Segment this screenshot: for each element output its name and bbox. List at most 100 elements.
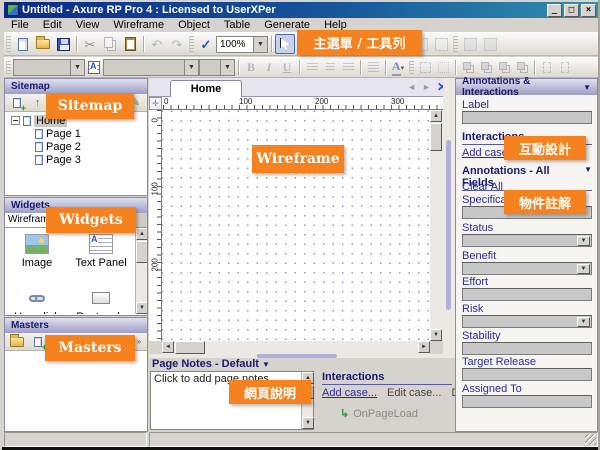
- open-button[interactable]: [33, 34, 53, 54]
- tab-home[interactable]: Home: [170, 80, 242, 97]
- style-editor-button[interactable]: [85, 59, 103, 76]
- benefit-select[interactable]: ▼: [462, 262, 592, 275]
- vertical-splitter[interactable]: [443, 78, 455, 354]
- risk-select[interactable]: ▼: [462, 315, 592, 328]
- add-master-icon[interactable]: [30, 334, 45, 349]
- page-notes-header[interactable]: Page Notes - Default ▼: [152, 358, 270, 370]
- distribute-h-button[interactable]: [460, 34, 480, 54]
- resize-grip[interactable]: [585, 434, 596, 445]
- toolbar-grip[interactable]: [189, 36, 194, 51]
- canvas-vertical-scrollbar[interactable]: ▲ ▼: [430, 110, 443, 341]
- scroll-down-icon[interactable]: ▼: [136, 302, 147, 314]
- bring-forward-button[interactable]: [495, 59, 513, 76]
- align-left-button[interactable]: [303, 59, 321, 76]
- maximize-button[interactable]: □: [564, 4, 579, 17]
- menu-file[interactable]: File: [4, 18, 36, 32]
- underline-button[interactable]: U: [278, 59, 296, 76]
- minimize-button[interactable]: _: [547, 4, 562, 17]
- widget-hyperlink[interactable]: Hyperlink: [9, 288, 65, 314]
- collapse-icon[interactable]: [11, 116, 20, 125]
- rotate-left-button[interactable]: [538, 59, 556, 76]
- pointer-tool-button[interactable]: [275, 34, 295, 54]
- annotations-panel-header[interactable]: Annotations & Interactions▼: [456, 79, 597, 95]
- toolbar-grip[interactable]: [453, 36, 458, 51]
- scroll-down-icon[interactable]: ▼: [302, 417, 314, 429]
- widgets-scrollbar[interactable]: ▲ ▼: [135, 228, 147, 314]
- undo-button[interactable]: ↶: [147, 34, 167, 54]
- move-up-icon[interactable]: ↑: [30, 95, 45, 110]
- paste-button[interactable]: [120, 34, 140, 54]
- line-spacing-button[interactable]: [364, 59, 382, 76]
- save-button[interactable]: [53, 34, 73, 54]
- widget-text-panel[interactable]: Text Panel: [73, 234, 129, 269]
- label-input[interactable]: [462, 111, 592, 124]
- masters-list[interactable]: [5, 351, 147, 430]
- chevron-down-icon[interactable]: ▼: [577, 264, 590, 274]
- clear-all-link[interactable]: Clear All: [462, 181, 503, 193]
- scroll-right-icon[interactable]: ►: [418, 341, 430, 353]
- spellcheck-button[interactable]: ✓: [196, 34, 216, 54]
- scroll-up-icon[interactable]: ▲: [136, 228, 147, 240]
- chevron-down-icon[interactable]: ▼: [583, 83, 591, 92]
- chevron-down-icon[interactable]: ▼: [262, 360, 270, 369]
- widget-rectangle[interactable]: Rectangle: [73, 288, 129, 314]
- menu-wireframe[interactable]: Wireframe: [106, 18, 171, 32]
- align-bottom-button[interactable]: [431, 34, 451, 54]
- italic-button[interactable]: I: [260, 59, 278, 76]
- cut-button[interactable]: ✂: [80, 34, 100, 54]
- scroll-down-icon[interactable]: ▼: [430, 329, 442, 341]
- redo-button[interactable]: ↷: [167, 34, 187, 54]
- title-bar[interactable]: Untitled - Axure RP Pro 4 : Licensed to …: [4, 2, 598, 18]
- onpageload-event[interactable]: ↳ OnPageLoad: [340, 407, 455, 420]
- close-button[interactable]: ×: [581, 4, 596, 17]
- tree-node-page3[interactable]: Page 3: [35, 153, 147, 166]
- font-color-button[interactable]: A▾: [389, 59, 407, 76]
- send-backward-button[interactable]: [513, 59, 531, 76]
- add-case-link[interactable]: Add case...: [322, 387, 377, 399]
- menu-edit[interactable]: Edit: [36, 18, 69, 32]
- effort-input[interactable]: [462, 288, 592, 301]
- menu-view[interactable]: View: [69, 18, 107, 32]
- zoom-combobox[interactable]: 100% ▼: [216, 36, 268, 53]
- bold-button[interactable]: B: [242, 59, 260, 76]
- status-select[interactable]: ▼: [462, 234, 592, 247]
- scrollbar-thumb[interactable]: [175, 341, 205, 354]
- menu-table[interactable]: Table: [217, 18, 257, 32]
- style-combobox[interactable]: ▼: [13, 59, 85, 76]
- distribute-v-button[interactable]: [480, 34, 500, 54]
- font-combobox[interactable]: ▼: [103, 59, 199, 76]
- edit-case-link[interactable]: Edit case...: [387, 387, 441, 399]
- group-button[interactable]: [416, 59, 434, 76]
- scroll-up-icon[interactable]: ▲: [430, 110, 442, 122]
- font-size-combobox[interactable]: ▼: [199, 59, 235, 76]
- zoom-dropdown-arrow[interactable]: ▼: [253, 37, 267, 52]
- align-center-button[interactable]: [321, 59, 339, 76]
- stability-input[interactable]: [462, 342, 592, 355]
- open-master-icon[interactable]: [9, 334, 24, 349]
- tab-next-icon[interactable]: ►: [422, 82, 431, 92]
- tree-node-page2[interactable]: Page 2: [35, 140, 147, 153]
- scrollbar-thumb[interactable]: [430, 123, 442, 151]
- toolbar-grip[interactable]: [6, 36, 11, 51]
- tab-prev-icon[interactable]: ◄: [407, 82, 416, 92]
- ungroup-button[interactable]: [434, 59, 452, 76]
- rotate-right-button[interactable]: [556, 59, 574, 76]
- bring-front-button[interactable]: [459, 59, 477, 76]
- canvas-horizontal-scrollbar[interactable]: ◄ ►: [162, 341, 430, 354]
- new-button[interactable]: [13, 34, 33, 54]
- toolbar-overflow-icon[interactable]: »: [135, 334, 143, 349]
- chevron-down-icon[interactable]: ▼: [577, 317, 590, 327]
- target-release-input[interactable]: [462, 368, 592, 381]
- assigned-to-input[interactable]: [462, 395, 592, 408]
- widget-image[interactable]: Image: [9, 234, 65, 269]
- send-back-button[interactable]: [477, 59, 495, 76]
- chevron-down-icon[interactable]: ▼: [584, 165, 592, 189]
- chevron-down-icon[interactable]: ▼: [577, 236, 590, 246]
- copy-button[interactable]: [100, 34, 120, 54]
- tree-node-page1[interactable]: Page 1: [35, 127, 147, 140]
- scrollbar-thumb[interactable]: [136, 241, 147, 263]
- menu-object[interactable]: Object: [171, 18, 217, 32]
- toolbar-grip[interactable]: [6, 61, 11, 74]
- align-right-button[interactable]: [339, 59, 357, 76]
- scroll-left-icon[interactable]: ◄: [162, 341, 174, 353]
